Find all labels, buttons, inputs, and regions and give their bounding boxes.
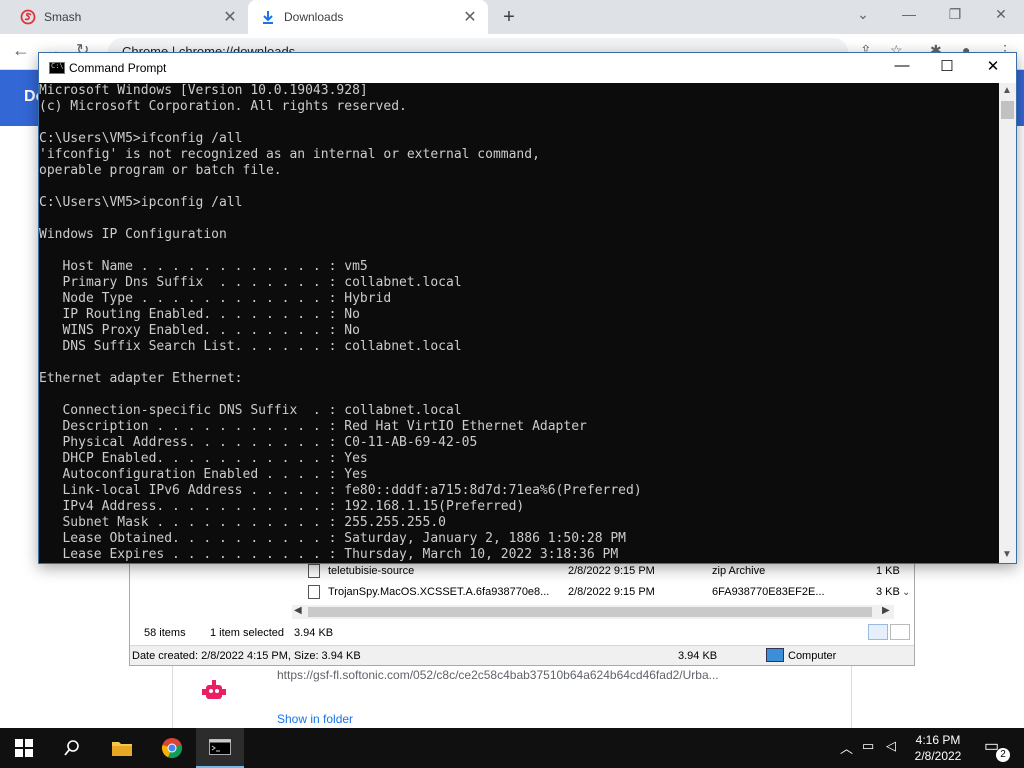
large-icons-view-icon[interactable] <box>890 624 910 640</box>
clock-date: 2/8/2022 <box>914 749 962 763</box>
console-area[interactable]: Microsoft Windows [Version 10.0.19043.92… <box>39 83 999 563</box>
file-type: 6FA938770E83EF2E... <box>712 586 825 598</box>
details-view-icon[interactable] <box>868 624 888 640</box>
vertical-scrollbar[interactable]: ▲ ▼ <box>999 83 1016 563</box>
file-explorer-window: teletubisie-source 2/8/2022 9:15 PM zip … <box>129 556 915 666</box>
selection-size: 3.94 KB <box>294 627 334 639</box>
console-output: Microsoft Windows [Version 10.0.19043.92… <box>39 83 642 562</box>
clock-time: 4:16 PM <box>915 733 961 747</box>
details-size: 3.94 KB <box>678 650 718 662</box>
tab-smash[interactable]: Smash ✕ <box>8 0 248 34</box>
chrome-tab-strip: Smash ✕ Downloads ✕ + ⌄ — ❐ ✕ <box>0 0 1024 34</box>
volume-muted-icon[interactable]: ◁ <box>886 738 896 754</box>
close-icon[interactable]: ✕ <box>978 57 1008 75</box>
folder-icon <box>112 742 132 756</box>
minimize-icon[interactable]: — <box>897 6 921 22</box>
file-name: teletubisie-source <box>328 565 415 577</box>
close-icon[interactable]: ✕ <box>989 6 1013 23</box>
smash-logo-icon <box>20 9 36 25</box>
download-card: https://gsf-fl.softonic.com/052/c8c/ce2c… <box>172 664 852 728</box>
chrome-button[interactable] <box>148 728 196 768</box>
zip-file-icon <box>308 564 320 578</box>
cmd-app-icon <box>49 62 65 74</box>
app-robot-icon <box>199 676 229 706</box>
scrollbar-thumb[interactable] <box>1001 101 1014 119</box>
item-count: 58 items <box>144 627 186 639</box>
scroll-down-icon[interactable]: ▼ <box>1002 549 1012 560</box>
file-row[interactable]: TrojanSpy.MacOS.XCSSET.A.6fa938770e8... … <box>130 582 914 602</box>
download-url[interactable]: https://gsf-fl.softonic.com/052/c8c/ce2c… <box>277 668 719 682</box>
tab-title: Downloads <box>284 10 344 24</box>
file-date: 2/8/2022 9:15 PM <box>568 586 655 598</box>
search-icon <box>64 740 79 756</box>
notification-count-badge: 2 <box>996 748 1010 762</box>
scroll-left-icon[interactable]: ◀ <box>294 605 302 616</box>
file-row[interactable]: teletubisie-source 2/8/2022 9:15 PM zip … <box>130 561 914 581</box>
file-icon <box>308 585 320 599</box>
file-name: TrojanSpy.MacOS.XCSSET.A.6fa938770e8... <box>328 586 550 598</box>
download-icon <box>260 9 276 25</box>
selection-count: 1 item selected <box>210 627 284 639</box>
file-type: zip Archive <box>712 565 766 577</box>
window-title: Command Prompt <box>69 61 167 75</box>
details-location: Computer <box>788 650 837 662</box>
status-bar: 58 items 1 item selected 3.94 KB <box>130 621 914 643</box>
scroll-right-icon[interactable]: ▶ <box>882 605 890 616</box>
file-size: 1 KB <box>876 565 900 577</box>
command-prompt-window: Command Prompt — ☐ ✕ Microsoft Windows [… <box>38 52 1017 564</box>
scrollbar-thumb[interactable] <box>308 607 872 617</box>
maximize-icon[interactable]: ☐ <box>932 57 962 75</box>
start-button[interactable] <box>0 728 48 768</box>
show-hidden-icons-icon[interactable]: ︿ <box>840 738 853 757</box>
new-tab-button[interactable]: + <box>498 6 520 29</box>
show-in-folder-link[interactable]: Show in folder <box>277 712 353 726</box>
scroll-down-icon[interactable]: ⌄ <box>902 587 910 598</box>
computer-icon <box>766 648 784 662</box>
network-icon[interactable]: ▭ <box>862 738 874 754</box>
cmd-icon <box>209 739 231 755</box>
chrome-icon <box>162 738 182 759</box>
restore-icon[interactable]: ❐ <box>943 6 967 23</box>
system-clock[interactable]: 4:16 PM 2/8/2022 <box>908 732 968 764</box>
scroll-up-icon[interactable]: ▲ <box>1002 85 1012 96</box>
windows-logo-icon <box>15 739 33 757</box>
close-tab-icon[interactable]: ✕ <box>220 7 240 27</box>
details-bar: Date created: 2/8/2022 4:15 PM, Size: 3.… <box>130 645 914 665</box>
file-explorer-button[interactable] <box>98 728 146 768</box>
details-info: Date created: 2/8/2022 4:15 PM, Size: 3.… <box>132 650 361 662</box>
command-prompt-taskbar-button[interactable] <box>196 728 244 768</box>
search-button[interactable] <box>48 728 96 768</box>
tab-downloads[interactable]: Downloads ✕ <box>248 0 488 34</box>
cmd-titlebar[interactable]: Command Prompt — ☐ ✕ <box>39 53 1016 83</box>
file-size: 3 KB <box>876 586 900 598</box>
back-button[interactable]: ← <box>12 40 30 61</box>
tab-search-icon[interactable]: ⌄ <box>851 6 875 23</box>
close-tab-icon[interactable]: ✕ <box>460 7 480 27</box>
taskbar: ︿ ▭ ◁ 4:16 PM 2/8/2022 ▭ 2 <box>0 728 1024 768</box>
file-date: 2/8/2022 9:15 PM <box>568 565 655 577</box>
tab-title: Smash <box>44 10 82 24</box>
minimize-icon[interactable]: — <box>887 57 917 74</box>
horizontal-scrollbar[interactable]: ◀ ▶ <box>292 605 894 619</box>
